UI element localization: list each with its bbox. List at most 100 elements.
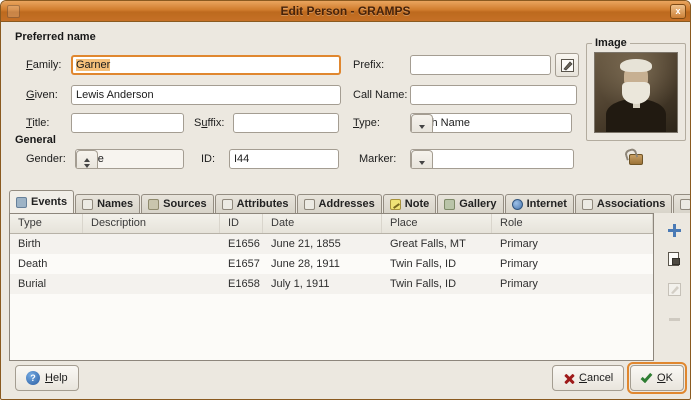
- id-input[interactable]: I44: [229, 149, 339, 169]
- tab-label: Addresses: [319, 198, 375, 210]
- suffix-label: Suffix:: [194, 117, 224, 129]
- cell-place: Twin Falls, ID: [382, 258, 492, 270]
- minus-icon: [669, 318, 680, 321]
- edit-name-button[interactable]: [555, 53, 579, 77]
- name-type-label: Type:: [353, 117, 380, 129]
- person-portrait-photo[interactable]: [594, 52, 678, 133]
- internet-icon: [512, 199, 523, 210]
- events-table-header: Type Description ID Date Place Role: [10, 214, 653, 234]
- marker-value: [411, 150, 573, 168]
- attributes-icon: [222, 199, 233, 210]
- gallery-icon: [444, 199, 455, 210]
- gender-combobox[interactable]: male: [75, 149, 184, 169]
- cell-role: Primary: [492, 278, 653, 290]
- share-document-icon: [666, 251, 682, 267]
- tab-lds[interactable]: LDS: [673, 194, 691, 213]
- id-label: ID:: [201, 153, 215, 165]
- help-button[interactable]: ? Help: [15, 365, 79, 391]
- cell-date: June 28, 1911: [263, 258, 382, 270]
- ok-check-icon: [641, 370, 653, 382]
- suffix-input[interactable]: [233, 113, 339, 133]
- tab-label: Associations: [597, 198, 665, 210]
- lds-icon: [680, 199, 691, 210]
- names-icon: [82, 199, 93, 210]
- marker-dropdown[interactable]: [410, 149, 574, 169]
- cell-type: Birth: [10, 238, 83, 250]
- tab-addresses[interactable]: Addresses: [297, 194, 382, 213]
- table-row-death[interactable]: Death E1657 June 28, 1911 Twin Falls, ID…: [10, 254, 653, 274]
- table-row-birth[interactable]: Birth E1656 June 21, 1855 Great Falls, M…: [10, 234, 653, 254]
- cell-role: Primary: [492, 258, 653, 270]
- cell-role: Primary: [492, 238, 653, 250]
- events-icon: [16, 197, 27, 208]
- name-type-value: Birth Name: [411, 114, 571, 132]
- addresses-icon: [304, 199, 315, 210]
- help-button-label: Help: [45, 372, 68, 384]
- call-name-label: Call Name:: [353, 89, 407, 101]
- given-label: Given:: [26, 89, 58, 101]
- edit-event-button-disabled[interactable]: [663, 278, 685, 300]
- share-event-button[interactable]: [663, 248, 685, 270]
- column-header-id[interactable]: ID: [220, 214, 263, 233]
- family-input[interactable]: Garner: [71, 55, 341, 75]
- portrait-hair: [620, 59, 651, 72]
- edit-pencil-icon: [667, 282, 682, 297]
- family-value: Garner: [76, 59, 110, 71]
- privacy-lock-icon[interactable]: [629, 154, 643, 165]
- call-name-input[interactable]: [410, 85, 577, 105]
- tab-note[interactable]: Note: [383, 194, 436, 213]
- image-frame: Image: [586, 43, 686, 141]
- title-label: Title:: [26, 117, 49, 129]
- cell-date: July 1, 1911: [263, 278, 382, 290]
- tab-label: Gallery: [459, 198, 496, 210]
- column-header-place[interactable]: Place: [382, 214, 492, 233]
- prefix-input[interactable]: [410, 55, 551, 75]
- tab-names[interactable]: Names: [75, 194, 140, 213]
- column-header-description[interactable]: Description: [83, 214, 220, 233]
- cell-id: E1658: [220, 278, 263, 290]
- tab-attributes[interactable]: Attributes: [215, 194, 296, 213]
- cancel-button[interactable]: Cancel: [552, 365, 624, 391]
- spinner-arrows-icon: [76, 150, 98, 169]
- tab-label: Attributes: [237, 198, 289, 210]
- image-frame-title: Image: [592, 37, 630, 49]
- tab-sources[interactable]: Sources: [141, 194, 213, 213]
- column-header-date[interactable]: Date: [263, 214, 382, 233]
- events-table: Type Description ID Date Place Role Birt…: [9, 213, 654, 361]
- sources-icon: [148, 199, 159, 210]
- close-button[interactable]: x: [670, 4, 686, 19]
- cell-id: E1656: [220, 238, 263, 250]
- cell-place: Twin Falls, ID: [382, 278, 492, 290]
- column-header-type[interactable]: Type: [10, 214, 83, 233]
- help-question-icon: ?: [26, 371, 40, 385]
- cancel-button-label: Cancel: [579, 372, 613, 384]
- given-input[interactable]: Lewis Anderson: [71, 85, 341, 105]
- notebook-tabs: Events Names Sources Attributes Addresse…: [9, 190, 685, 213]
- cell-type: Death: [10, 258, 83, 270]
- chevron-down-icon: [411, 150, 433, 169]
- gender-label: Gender:: [26, 153, 66, 165]
- family-label: Family:: [26, 59, 61, 71]
- name-type-dropdown[interactable]: Birth Name: [410, 113, 572, 133]
- prefix-label: Prefix:: [353, 59, 384, 71]
- edit-pencil-icon: [560, 58, 575, 73]
- remove-event-button-disabled[interactable]: [663, 308, 685, 330]
- tab-gallery[interactable]: Gallery: [437, 194, 503, 213]
- tab-associations[interactable]: Associations: [575, 194, 672, 213]
- chevron-down-icon: [411, 114, 433, 133]
- table-row-burial[interactable]: Burial E1658 July 1, 1911 Twin Falls, ID…: [10, 274, 653, 294]
- tab-events[interactable]: Events: [9, 190, 74, 213]
- column-header-role[interactable]: Role: [492, 214, 653, 233]
- preferred-name-section-title: Preferred name: [15, 31, 96, 43]
- cell-type: Burial: [10, 278, 83, 290]
- tab-internet[interactable]: Internet: [505, 194, 574, 213]
- ok-button[interactable]: OK: [630, 365, 684, 391]
- title-input[interactable]: [71, 113, 184, 133]
- ok-button-focus-ring: OK: [627, 362, 687, 394]
- titlebar[interactable]: Edit Person - GRAMPS x: [1, 1, 690, 22]
- tab-label: Internet: [527, 198, 567, 210]
- cancel-x-icon: [563, 373, 574, 384]
- associations-icon: [582, 199, 593, 210]
- tab-label: Names: [97, 198, 133, 210]
- add-event-button[interactable]: [663, 219, 685, 241]
